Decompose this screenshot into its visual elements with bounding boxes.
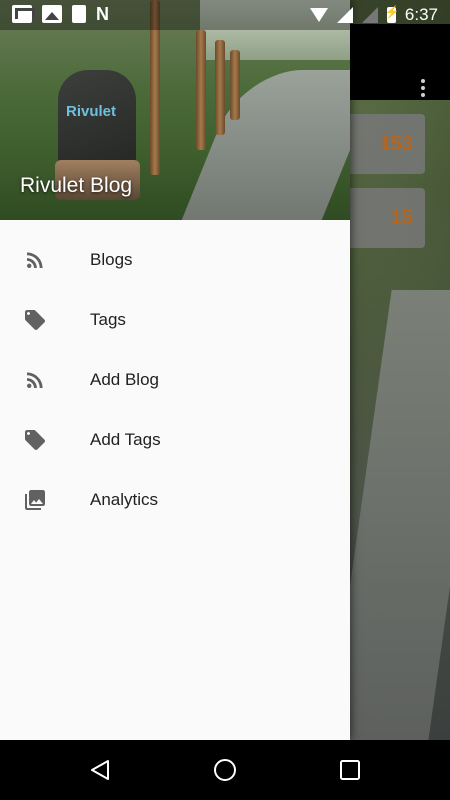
battery-charging-icon [385, 5, 400, 23]
back-icon[interactable] [88, 758, 112, 782]
count-card[interactable]: 15 [340, 188, 425, 248]
phone-icon [72, 5, 86, 23]
menu-item-add-tags[interactable]: Add Tags [0, 410, 350, 470]
menu-item-label: Analytics [90, 490, 159, 509]
menu-item-blogs[interactable]: Blogs [0, 230, 350, 290]
menu-item-label: Blogs [90, 250, 133, 269]
status-bar: N 6:37 [0, 0, 450, 30]
photo-library-icon [23, 488, 47, 512]
gmail-icon [12, 5, 35, 23]
menu-item-add-blog[interactable]: Add Blog [0, 350, 350, 410]
signal-icon [336, 7, 353, 23]
n-icon: N [96, 4, 109, 24]
menu-item-analytics[interactable]: Analytics [0, 470, 350, 530]
signal-empty-icon [361, 7, 378, 23]
count-value: 153 [379, 132, 413, 155]
rss-icon [23, 248, 47, 272]
menu-item-label: Add Tags [90, 430, 161, 449]
logo-text: Rivulet [66, 103, 117, 120]
count-value: 15 [390, 206, 413, 229]
menu-item-label: Tags [90, 310, 126, 329]
wifi-icon [309, 8, 328, 22]
navigation-drawer: Rivulet Rivulet Blog Blogs Tags Add Blog [0, 0, 350, 740]
tag-icon [23, 308, 47, 332]
count-card[interactable]: 153 [340, 114, 425, 174]
overflow-menu-button[interactable] [414, 76, 432, 102]
menu-item-label: Add Blog [90, 370, 159, 389]
drawer-header: Rivulet Rivulet Blog [0, 0, 350, 220]
recents-icon[interactable] [338, 758, 362, 782]
drawer-menu: Blogs Tags Add Blog Add Tags Analytics [0, 220, 350, 530]
photos-icon [42, 5, 62, 23]
tag-icon [23, 428, 47, 452]
status-time: 6:37 [404, 5, 438, 24]
logo-rock-image [58, 70, 136, 170]
system-nav-bar [0, 740, 450, 800]
home-icon[interactable] [213, 758, 237, 782]
drawer-title: Rivulet Blog [20, 174, 133, 197]
rss-icon [23, 368, 47, 392]
menu-item-tags[interactable]: Tags [0, 290, 350, 350]
